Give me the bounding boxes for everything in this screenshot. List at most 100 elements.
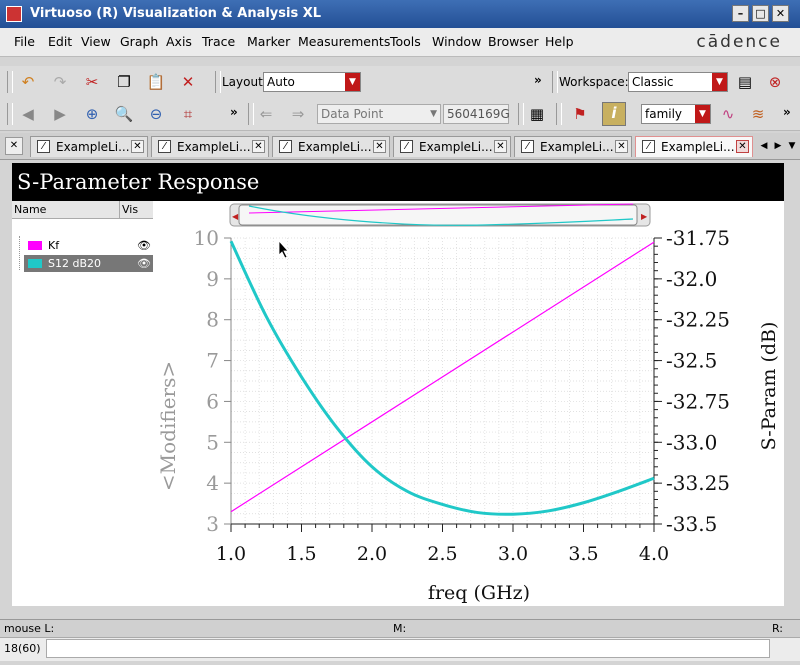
- command-input[interactable]: [46, 639, 770, 658]
- workspace-delete-icon[interactable]: ⊗: [765, 72, 785, 92]
- delete-icon[interactable]: ✕: [178, 72, 198, 92]
- workspace-select[interactable]: Classic ▼: [628, 72, 728, 92]
- info-icon[interactable]: i: [602, 102, 626, 126]
- tab-6-active[interactable]: ⁄ ExampleLi... ✕: [635, 136, 753, 157]
- workspace-save-icon[interactable]: ▤: [735, 72, 755, 92]
- back-icon[interactable]: ◀: [18, 104, 38, 124]
- overflow-chevron-icon[interactable]: »: [534, 73, 542, 87]
- menu-browser[interactable]: Browser: [488, 34, 539, 49]
- visibility-eye-icon[interactable]: 👁: [137, 237, 151, 254]
- count-field[interactable]: 5604169G: [443, 104, 510, 124]
- tab-5[interactable]: ⁄ ExampleLi... ✕: [514, 136, 632, 157]
- family-select[interactable]: family ▼: [641, 104, 711, 124]
- axis-ticks: 1.0 1.5 2.0 2.5 3.0 3.5 4.0 3 4 5 6 7 8 9 10 -31.75 -32.…: [194, 226, 730, 565]
- chart-svg[interactable]: ◀ ▶ 1.0 1.5 2.0 2.5 3.0 3.5 4.0 3 4 5 6 7 8 9 10 -31.75…: [153, 201, 784, 606]
- cut-icon[interactable]: ✂: [82, 72, 102, 92]
- plot-grid: [230, 237, 655, 525]
- mouse-middle-status: M:: [393, 622, 407, 635]
- maximize-button[interactable]: □: [752, 5, 769, 22]
- tab-4[interactable]: ⁄ ExampleLi... ✕: [393, 136, 511, 157]
- close-icon[interactable]: ✕: [252, 140, 265, 153]
- close-icon[interactable]: ✕: [494, 140, 507, 153]
- tab-label: ExampleLi...: [298, 140, 372, 154]
- marker-prev-icon[interactable]: ⇐: [256, 104, 276, 124]
- menu-tools[interactable]: Tools: [390, 34, 421, 49]
- toolbar-separator: [556, 103, 562, 125]
- family-overlay-icon[interactable]: ≋: [748, 104, 768, 124]
- y-left-tick-label: 10: [194, 226, 219, 250]
- close-all-icon[interactable]: ✕: [5, 137, 23, 155]
- legend-header-name[interactable]: Name: [12, 201, 119, 219]
- close-window-button[interactable]: ✕: [772, 5, 789, 22]
- legend-trace-s12[interactable]: S12 dB20 👁: [24, 255, 153, 272]
- overview-right-arrow-icon[interactable]: ▶: [641, 212, 648, 221]
- toolbar-grip[interactable]: [7, 103, 13, 125]
- menu-view[interactable]: View: [81, 34, 111, 49]
- close-icon[interactable]: ✕: [736, 140, 749, 153]
- visibility-eye-icon[interactable]: 👁: [137, 255, 151, 272]
- toolbar-separator: [248, 103, 254, 125]
- forward-icon[interactable]: ▶: [50, 104, 70, 124]
- overview-left-arrow-icon[interactable]: ◀: [232, 212, 239, 221]
- tab-list-icon[interactable]: ▼: [786, 138, 798, 154]
- graph-window-icon: ⁄: [279, 140, 292, 153]
- undo-icon[interactable]: ↶: [18, 72, 38, 92]
- legend-trace-kf[interactable]: Kf 👁: [24, 237, 153, 254]
- menu-graph[interactable]: Graph: [120, 34, 158, 49]
- cadence-logo: cādence: [696, 32, 782, 52]
- x-tick-label: 3.0: [498, 543, 528, 565]
- zoom-region-icon[interactable]: ⌗: [178, 104, 198, 124]
- data-point-select[interactable]: Data Point ▼: [317, 104, 441, 124]
- menu-marker[interactable]: Marker: [247, 34, 290, 49]
- tab-2[interactable]: ⁄ ExampleLi... ✕: [151, 136, 269, 157]
- overflow-chevron-icon[interactable]: »: [230, 105, 238, 119]
- copy-icon[interactable]: ❐: [114, 72, 134, 92]
- close-icon[interactable]: ✕: [373, 140, 386, 153]
- legend-header-vis[interactable]: Vis: [119, 201, 153, 219]
- mouse-status-bar: mouse L: M: R:: [0, 619, 800, 638]
- window-tab-bar: ✕ ⁄ ExampleLi... ✕ ⁄ ExampleLi... ✕ ⁄ Ex…: [0, 133, 800, 160]
- app-icon: [6, 6, 22, 22]
- overflow-chevron-icon[interactable]: »: [783, 105, 791, 119]
- layout-select[interactable]: Auto ▼: [263, 72, 361, 92]
- menu-window[interactable]: Window: [432, 34, 481, 49]
- close-icon[interactable]: ✕: [131, 140, 144, 153]
- calculator-icon[interactable]: ▦: [527, 104, 547, 124]
- trace-legend: Name Vis Kf 👁 S12 dB20 👁: [12, 201, 154, 606]
- zoom-fit-icon[interactable]: ⊕: [82, 104, 102, 124]
- trace-name: S12 dB20: [48, 257, 102, 270]
- minimize-button[interactable]: –: [732, 5, 749, 22]
- zoom-in-icon[interactable]: 🔍: [114, 104, 134, 124]
- marker-next-icon[interactable]: ⇒: [288, 104, 308, 124]
- window-title-bar[interactable]: Virtuoso (R) Visualization & Analysis XL…: [0, 0, 800, 28]
- x-tick-label: 2.5: [427, 543, 457, 565]
- y-right-tick-label: -32.25: [666, 308, 730, 332]
- plot-area[interactable]: ◀ ▶ 1.0 1.5 2.0 2.5 3.0 3.5 4.0 3 4 5 6 7 8 9 10 -31.75…: [153, 201, 784, 606]
- close-icon[interactable]: ✕: [615, 140, 628, 153]
- menu-bar: File Edit View Graph Axis Trace Marker M…: [0, 28, 800, 57]
- flag-icon[interactable]: ⚑: [570, 104, 590, 124]
- trace-kf[interactable]: [230, 241, 655, 513]
- tab-label: ExampleLi...: [661, 140, 735, 154]
- menu-axis[interactable]: Axis: [166, 34, 192, 49]
- family-plot-icon[interactable]: ∿: [718, 104, 738, 124]
- plot-traces[interactable]: [229, 240, 655, 516]
- paste-icon[interactable]: 📋: [146, 72, 166, 92]
- zoom-out-icon[interactable]: ⊖: [146, 104, 166, 124]
- overview-strip[interactable]: ◀ ▶: [229, 203, 651, 227]
- menu-edit[interactable]: Edit: [48, 34, 72, 49]
- tab-scroll-right-icon[interactable]: ▶: [772, 138, 784, 154]
- menu-file[interactable]: File: [14, 34, 35, 49]
- toolbar-grip[interactable]: [7, 71, 13, 93]
- redo-icon[interactable]: ↷: [50, 72, 70, 92]
- command-status-bar: 18(60): [0, 637, 800, 661]
- x-axis-label: freq (GHz): [428, 582, 530, 604]
- menu-measurements[interactable]: Measurements: [298, 34, 390, 49]
- menu-help[interactable]: Help: [545, 34, 574, 49]
- y-right-tick-label: -33.0: [666, 430, 717, 454]
- tab-1[interactable]: ⁄ ExampleLi... ✕: [30, 136, 148, 157]
- y-left-tick-label: 4: [206, 471, 219, 495]
- tab-scroll-left-icon[interactable]: ◀: [758, 138, 770, 154]
- tab-3[interactable]: ⁄ ExampleLi... ✕: [272, 136, 390, 157]
- menu-trace[interactable]: Trace: [202, 34, 235, 49]
